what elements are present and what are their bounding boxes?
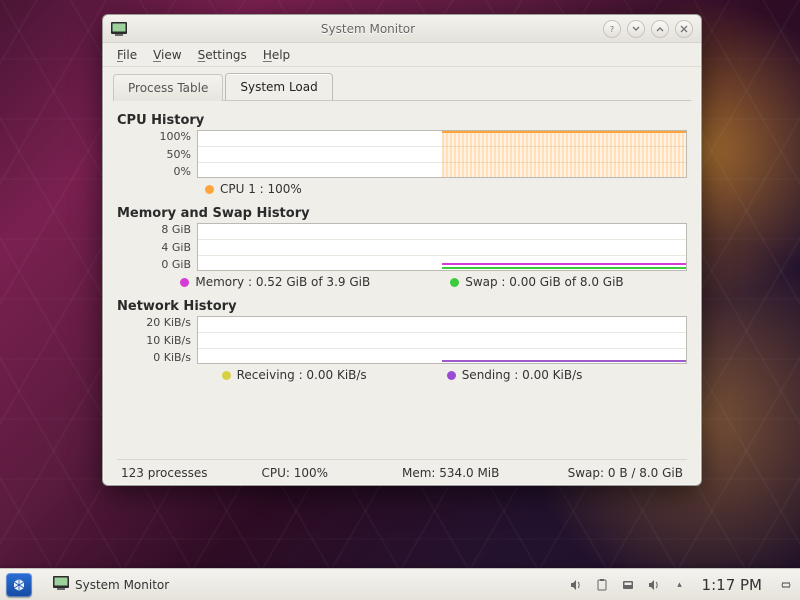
memory-swatch-icon bbox=[180, 278, 189, 287]
start-button[interactable] bbox=[6, 573, 32, 597]
network-history-title: Network History bbox=[117, 299, 687, 314]
receiving-swatch-icon bbox=[222, 371, 231, 380]
svg-text:?: ? bbox=[610, 25, 614, 34]
task-app-icon bbox=[53, 576, 69, 593]
maximize-icon[interactable] bbox=[651, 20, 669, 38]
volume2-icon[interactable] bbox=[646, 577, 662, 593]
status-cpu: CPU: 100% bbox=[262, 466, 403, 480]
clipboard-icon[interactable] bbox=[594, 577, 610, 593]
network-legend: Receiving : 0.00 KiB/s Sending : 0.00 Ki… bbox=[117, 364, 687, 384]
tab-bar: Process Table System Load bbox=[113, 73, 691, 101]
cpu-y-ticks: 100% 50% 0% bbox=[117, 130, 197, 178]
show-desktop-icon[interactable] bbox=[778, 577, 794, 593]
taskbar: System Monitor ▴ 1:17 PM bbox=[0, 568, 800, 600]
menu-file[interactable]: File bbox=[117, 48, 137, 62]
taskbar-clock[interactable]: 1:17 PM bbox=[702, 576, 762, 594]
volume-icon[interactable] bbox=[568, 577, 584, 593]
cpu1-swatch-icon bbox=[205, 185, 214, 194]
net-y-ticks: 20 KiB/s 10 KiB/s 0 KiB/s bbox=[117, 316, 197, 364]
memory-history-chart bbox=[197, 223, 687, 271]
cpu-history-title: CPU History bbox=[117, 113, 687, 128]
memory-history-title: Memory and Swap History bbox=[117, 206, 687, 221]
help-icon[interactable]: ? bbox=[603, 20, 621, 38]
tab-content-system-load: CPU History 100% 50% 0% CPU 1 : 100% Mem… bbox=[103, 101, 701, 485]
desktop: System Monitor ? File View Settings bbox=[0, 0, 800, 600]
mem-y-ticks: 8 GiB 4 GiB 0 GiB bbox=[117, 223, 197, 271]
minimize-icon[interactable] bbox=[627, 20, 645, 38]
window-title: System Monitor bbox=[133, 22, 603, 36]
menu-view[interactable]: View bbox=[153, 48, 181, 62]
tab-process-table[interactable]: Process Table bbox=[113, 74, 223, 101]
status-processes: 123 processes bbox=[121, 466, 262, 480]
device-icon[interactable] bbox=[620, 577, 636, 593]
status-mem: Mem: 534.0 MiB bbox=[402, 466, 543, 480]
sending-swatch-icon bbox=[447, 371, 456, 380]
network-history-chart bbox=[197, 316, 687, 364]
titlebar[interactable]: System Monitor ? bbox=[103, 15, 701, 43]
memory-legend: Memory : 0.52 GiB of 3.9 GiB Swap : 0.00… bbox=[117, 271, 687, 291]
tray-expand-icon[interactable]: ▴ bbox=[672, 577, 688, 593]
system-monitor-window: System Monitor ? File View Settings bbox=[102, 14, 702, 486]
swap-swatch-icon bbox=[450, 278, 459, 287]
status-swap: Swap: 0 B / 8.0 GiB bbox=[543, 466, 684, 480]
menu-help[interactable]: Help bbox=[263, 48, 290, 62]
task-label: System Monitor bbox=[75, 578, 169, 592]
menu-settings[interactable]: Settings bbox=[198, 48, 247, 62]
app-icon bbox=[111, 22, 127, 36]
close-icon[interactable] bbox=[675, 20, 693, 38]
taskbar-entry-system-monitor[interactable]: System Monitor bbox=[42, 572, 180, 597]
cpu-legend: CPU 1 : 100% bbox=[117, 178, 687, 198]
status-bar: 123 processes CPU: 100% Mem: 534.0 MiB S… bbox=[117, 459, 687, 485]
cpu-history-chart bbox=[197, 130, 687, 178]
system-tray: ▴ 1:17 PM bbox=[568, 576, 794, 594]
menubar: File View Settings Help bbox=[103, 43, 701, 67]
tab-system-load[interactable]: System Load bbox=[225, 73, 332, 100]
